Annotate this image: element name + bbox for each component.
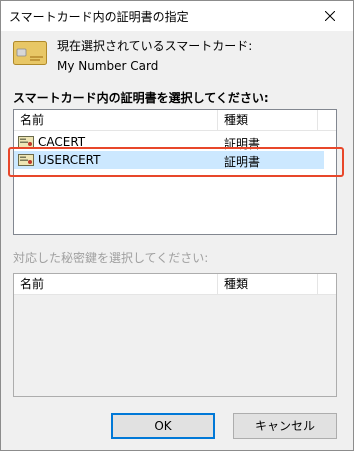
close-icon (325, 11, 335, 21)
cert-list-header: 名前 種類 (14, 110, 336, 131)
current-card-value: My Number Card (57, 59, 159, 73)
cert-section-label: スマートカード内の証明書を選択してください: (13, 91, 269, 105)
private-key-list[interactable]: 名前 種類 (13, 273, 337, 397)
title-bar: スマートカード内の証明書の指定 (1, 1, 353, 31)
current-card-label: 現在選択されているスマートカード: (57, 39, 253, 53)
smart-card-icon (13, 41, 47, 65)
window-title: スマートカード内の証明書の指定 (9, 10, 189, 24)
column-header-name[interactable]: 名前 (14, 110, 218, 130)
cancel-button[interactable]: キャンセル (233, 413, 337, 439)
column-header-type[interactable]: 種類 (218, 110, 318, 130)
column-header-name[interactable]: 名前 (14, 274, 218, 294)
selection-highlight-annotation (8, 147, 344, 177)
ok-button[interactable]: OK (111, 413, 215, 439)
certificate-dialog: スマートカード内の証明書の指定 現在選択されているスマートカード: My Num… (0, 0, 354, 451)
close-button[interactable] (307, 1, 353, 31)
key-section-label: 対応した秘密鍵を選択してください: (13, 251, 209, 265)
column-header-type[interactable]: 種類 (218, 274, 318, 294)
key-list-header: 名前 種類 (14, 274, 336, 295)
